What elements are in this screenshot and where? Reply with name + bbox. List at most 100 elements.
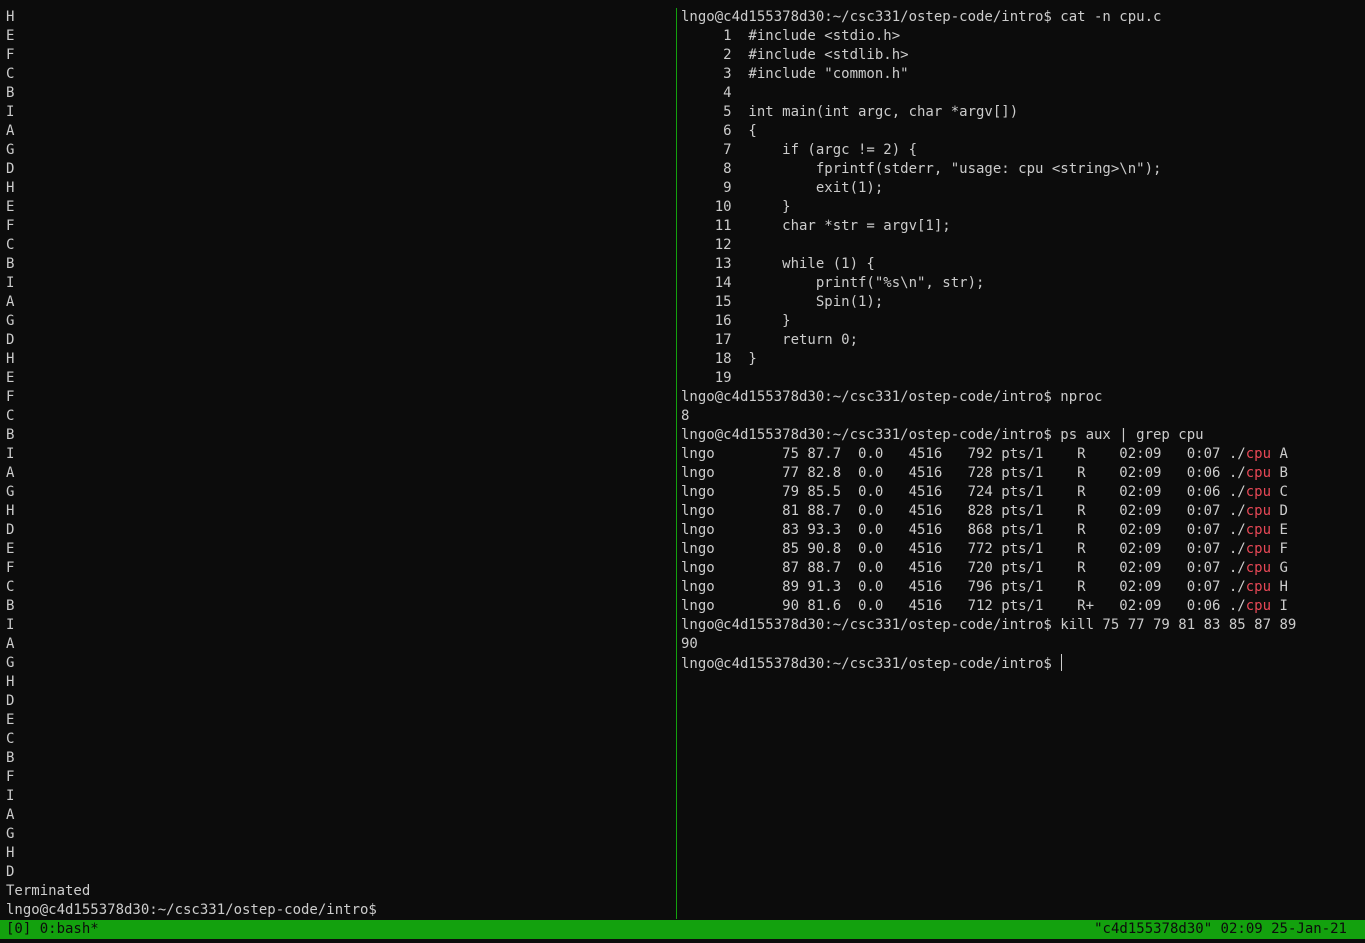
output-line: F — [6, 389, 15, 405]
output-line: 2 #include <stdlib.h> — [681, 47, 909, 63]
output-line: G — [6, 826, 15, 842]
output-line: lngo@c4d155378d30:~/csc331/ostep-code/in… — [681, 9, 1162, 25]
output-line: C — [6, 408, 15, 424]
ps-row: lngo 75 87.7 0.0 4516 792 pts/1 R 02:09 … — [681, 445, 1365, 464]
output-line: I — [6, 446, 15, 462]
ps-row-text: G — [1271, 560, 1288, 576]
grep-match: cpu — [1245, 503, 1272, 519]
output-line: D — [6, 693, 15, 709]
right-terminal-pane[interactable]: lngo@c4d155378d30:~/csc331/ostep-code/in… — [681, 8, 1365, 919]
output-line: C — [6, 731, 15, 747]
ps-row-text: D — [1271, 503, 1288, 519]
ps-output: lngo 75 87.7 0.0 4516 792 pts/1 R 02:09 … — [681, 445, 1365, 616]
output-line: F — [6, 769, 15, 785]
output-line: 90 — [681, 636, 698, 652]
ps-row-text: lngo 75 87.7 0.0 4516 792 pts/1 R 02:09 … — [681, 446, 1246, 462]
grep-match: cpu — [1245, 484, 1272, 500]
tmux-status-bar: [0] 0:bash* "c4d155378d30" 02:09 25-Jan-… — [0, 920, 1365, 939]
text-cursor — [1061, 654, 1063, 671]
output-line: H — [6, 845, 15, 861]
output-line: E — [6, 541, 15, 557]
output-line: B — [6, 750, 15, 766]
output-line: lngo@c4d155378d30:~/csc331/ostep-code/in… — [681, 427, 1204, 443]
output-line: 10 } — [681, 199, 791, 215]
output-line: I — [6, 617, 15, 633]
output-line: I — [6, 104, 15, 120]
grep-match: cpu — [1245, 560, 1272, 576]
output-line: 6 { — [681, 123, 757, 139]
tmux-window-list[interactable]: [0] 0:bash* — [6, 920, 99, 939]
output-line: 3 #include "common.h" — [681, 66, 909, 82]
right-pane-output: lngo@c4d155378d30:~/csc331/ostep-code/in… — [681, 8, 1365, 445]
output-line: G — [6, 655, 15, 671]
kill-output: lngo@c4d155378d30:~/csc331/ostep-code/in… — [681, 616, 1365, 654]
output-line: E — [6, 199, 15, 215]
ps-row-text: B — [1271, 465, 1288, 481]
ps-row-text: lngo 79 85.5 0.0 4516 724 pts/1 R 02:09 … — [681, 484, 1246, 500]
ps-row: lngo 89 91.3 0.0 4516 796 pts/1 R 02:09 … — [681, 578, 1365, 597]
left-terminal-pane[interactable]: HEFCBIAGDHEFCBIAGDHEFCBIAGHDEFCBIAGHDECB… — [6, 8, 674, 919]
output-line: 15 Spin(1); — [681, 294, 884, 310]
output-line: B — [6, 427, 15, 443]
output-line: 18 } — [681, 351, 757, 367]
output-line: Terminated — [6, 883, 91, 899]
terminal-window[interactable]: HEFCBIAGDHEFCBIAGDHEFCBIAGHDEFCBIAGHDECB… — [0, 0, 1365, 943]
output-line: A — [6, 294, 15, 310]
ps-row: lngo 83 93.3 0.0 4516 868 pts/1 R 02:09 … — [681, 521, 1365, 540]
output-line: 1 #include <stdio.h> — [681, 28, 901, 44]
output-line: G — [6, 484, 15, 500]
output-line: A — [6, 123, 15, 139]
output-line: H — [6, 674, 15, 690]
output-line: lngo@c4d155378d30:~/csc331/ostep-code/in… — [681, 389, 1103, 405]
output-line: 13 while (1) { — [681, 256, 875, 272]
output-line: A — [6, 465, 15, 481]
ps-row: lngo 85 90.8 0.0 4516 772 pts/1 R 02:09 … — [681, 540, 1365, 559]
ps-row: lngo 77 82.8 0.0 4516 728 pts/1 R 02:09 … — [681, 464, 1365, 483]
grep-match: cpu — [1245, 465, 1272, 481]
pane-divider[interactable] — [676, 8, 677, 919]
ps-row-text: A — [1271, 446, 1288, 462]
ps-row: lngo 79 85.5 0.0 4516 724 pts/1 R 02:09 … — [681, 483, 1365, 502]
ps-row-text: lngo 90 81.6 0.0 4516 712 pts/1 R+ 02:09… — [681, 598, 1246, 614]
output-line: F — [6, 218, 15, 234]
grep-match: cpu — [1245, 522, 1272, 538]
output-line: H — [6, 351, 15, 367]
ps-row-text: lngo 81 88.7 0.0 4516 828 pts/1 R 02:09 … — [681, 503, 1246, 519]
ps-row-text: lngo 83 93.3 0.0 4516 868 pts/1 R 02:09 … — [681, 522, 1246, 538]
ps-row-text: lngo 85 90.8 0.0 4516 772 pts/1 R 02:09 … — [681, 541, 1246, 557]
output-line: I — [6, 788, 15, 804]
output-line: 8 fprintf(stderr, "usage: cpu <string>\n… — [681, 161, 1162, 177]
output-line: C — [6, 237, 15, 253]
output-line: D — [6, 161, 15, 177]
ps-row-text: lngo 87 88.7 0.0 4516 720 pts/1 R 02:09 … — [681, 560, 1246, 576]
output-line: E — [6, 370, 15, 386]
grep-match: cpu — [1245, 541, 1272, 557]
ps-row-text: H — [1271, 579, 1288, 595]
output-line: C — [6, 66, 15, 82]
ps-row-text: I — [1271, 598, 1288, 614]
output-line: C — [6, 579, 15, 595]
ps-row: lngo 81 88.7 0.0 4516 828 pts/1 R 02:09 … — [681, 502, 1365, 521]
output-line: G — [6, 142, 15, 158]
output-line: B — [6, 85, 15, 101]
shell-prompt: lngo@c4d155378d30:~/csc331/ostep-code/in… — [681, 656, 1061, 672]
output-line: E — [6, 28, 15, 44]
ps-row: lngo 90 81.6 0.0 4516 712 pts/1 R+ 02:09… — [681, 597, 1365, 616]
ps-row: lngo 87 88.7 0.0 4516 720 pts/1 R 02:09 … — [681, 559, 1365, 578]
output-line: 4 — [681, 85, 732, 101]
output-line: 9 exit(1); — [681, 180, 884, 196]
output-line: E — [6, 712, 15, 728]
output-line: 19 — [681, 370, 732, 386]
output-line: 11 char *str = argv[1]; — [681, 218, 951, 234]
output-line: A — [6, 807, 15, 823]
output-line: lngo@c4d155378d30:~/csc331/ostep-code/in… — [6, 902, 377, 918]
output-line: D — [6, 864, 15, 880]
output-line: H — [6, 9, 15, 25]
active-prompt-line[interactable]: lngo@c4d155378d30:~/csc331/ostep-code/in… — [681, 654, 1365, 673]
output-line: 8 — [681, 408, 690, 424]
grep-match: cpu — [1245, 598, 1272, 614]
output-line: 17 return 0; — [681, 332, 859, 348]
ps-row-text: E — [1271, 522, 1288, 538]
output-line: F — [6, 47, 15, 63]
output-line: 12 — [681, 237, 732, 253]
